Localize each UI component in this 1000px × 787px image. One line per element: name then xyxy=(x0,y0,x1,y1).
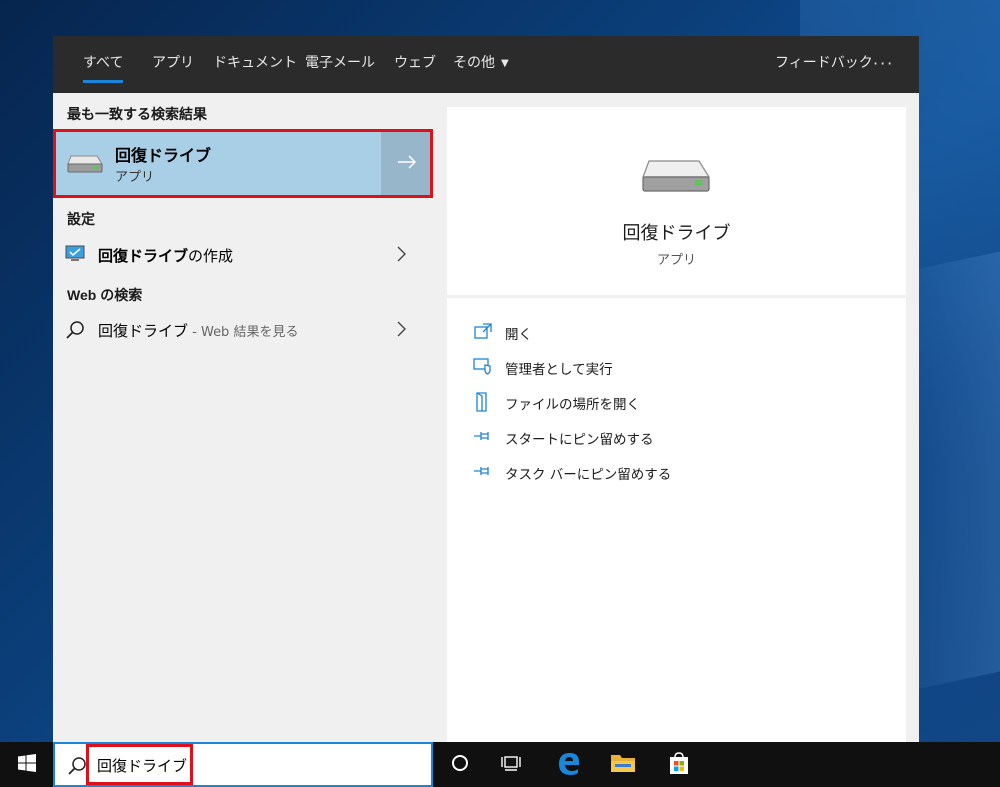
tab-more[interactable]: その他 ▼ xyxy=(453,36,509,93)
start-search-panel: すべて アプリ ドキュメント 電子メール ウェブ その他 ▼ フィードバック ··… xyxy=(53,36,919,742)
web-search-result[interactable]: 回復ドライブ - Web 結果を見る xyxy=(53,313,433,347)
tab-more-label: その他 xyxy=(453,55,495,71)
search-filter-tabbar: すべて アプリ ドキュメント 電子メール ウェブ その他 ▼ フィードバック ··… xyxy=(53,36,919,93)
arrow-right-icon xyxy=(397,154,417,174)
caret-down-icon: ▼ xyxy=(501,58,509,69)
web-result-sub: - Web 結果を見る xyxy=(188,325,299,340)
app-actions-list: 開く 管理者として実行 ファイルの場所を開く スタートにピン留めする タスク バ… xyxy=(447,298,906,742)
tab-apps[interactable]: アプリ xyxy=(152,36,194,93)
file-location-icon xyxy=(473,392,493,416)
open-icon xyxy=(473,322,493,344)
action-open-label: 開く xyxy=(505,327,532,343)
pin-icon xyxy=(473,427,493,449)
edge-icon xyxy=(556,750,582,780)
settings-heading: 設定 xyxy=(67,211,95,227)
tab-documents[interactable]: ドキュメント xyxy=(213,36,297,93)
best-match-title: 回復ドライブ xyxy=(115,146,212,165)
best-match-result[interactable]: 回復ドライブ アプリ xyxy=(53,130,433,198)
taskbar-search-box[interactable] xyxy=(53,742,433,787)
edge-browser-button[interactable] xyxy=(544,742,594,787)
file-explorer-button[interactable] xyxy=(598,742,648,787)
task-view-icon xyxy=(501,753,523,777)
store-button[interactable] xyxy=(654,742,704,787)
action-open-file-location-label: ファイルの場所を開く xyxy=(505,397,640,413)
web-result-query: 回復ドライブ xyxy=(98,322,189,340)
windows-logo-icon xyxy=(17,753,36,776)
cortana-button[interactable] xyxy=(435,742,485,787)
drive-icon xyxy=(641,155,711,199)
search-icon xyxy=(67,756,87,780)
feedback-button[interactable]: フィードバック xyxy=(775,36,873,93)
more-options-button[interactable]: ··· xyxy=(873,36,894,93)
chevron-right-icon xyxy=(397,246,407,266)
best-match-heading: 最も一致する検索結果 xyxy=(67,106,207,122)
taskbar xyxy=(0,742,1000,787)
task-view-button[interactable] xyxy=(487,742,537,787)
best-match-subtitle: アプリ xyxy=(115,170,155,185)
tab-email[interactable]: 電子メール xyxy=(305,36,375,93)
tab-all[interactable]: すべて xyxy=(83,36,124,93)
shield-icon xyxy=(473,357,493,379)
preview-subtitle: アプリ xyxy=(656,253,696,268)
store-bag-icon xyxy=(667,751,691,779)
folder-icon xyxy=(610,752,636,778)
settings-result-create-recovery-drive[interactable]: 回復ドライブの作成 xyxy=(53,238,433,272)
chevron-right-icon xyxy=(397,321,407,341)
action-pin-to-taskbar-label: タスク バーにピン留めする xyxy=(505,467,672,483)
settings-result-bold: 回復ドライブ xyxy=(98,247,189,265)
cortana-circle-icon xyxy=(450,753,470,777)
action-pin-to-start-label: スタートにピン留めする xyxy=(505,432,654,448)
app-preview-header: 回復ドライブ アプリ xyxy=(447,107,906,295)
search-icon xyxy=(65,320,85,344)
drive-icon xyxy=(67,152,103,178)
web-search-heading: Web の検索 xyxy=(67,287,143,303)
pin-icon xyxy=(473,462,493,484)
search-input[interactable] xyxy=(97,754,397,776)
monitor-icon xyxy=(65,245,85,267)
open-preview-button[interactable] xyxy=(381,132,433,196)
start-button[interactable] xyxy=(0,742,53,787)
settings-result-rest: の作成 xyxy=(188,247,234,265)
tab-web[interactable]: ウェブ xyxy=(394,36,436,93)
preview-title: 回復ドライブ xyxy=(622,223,731,244)
action-run-as-admin-label: 管理者として実行 xyxy=(505,362,613,378)
